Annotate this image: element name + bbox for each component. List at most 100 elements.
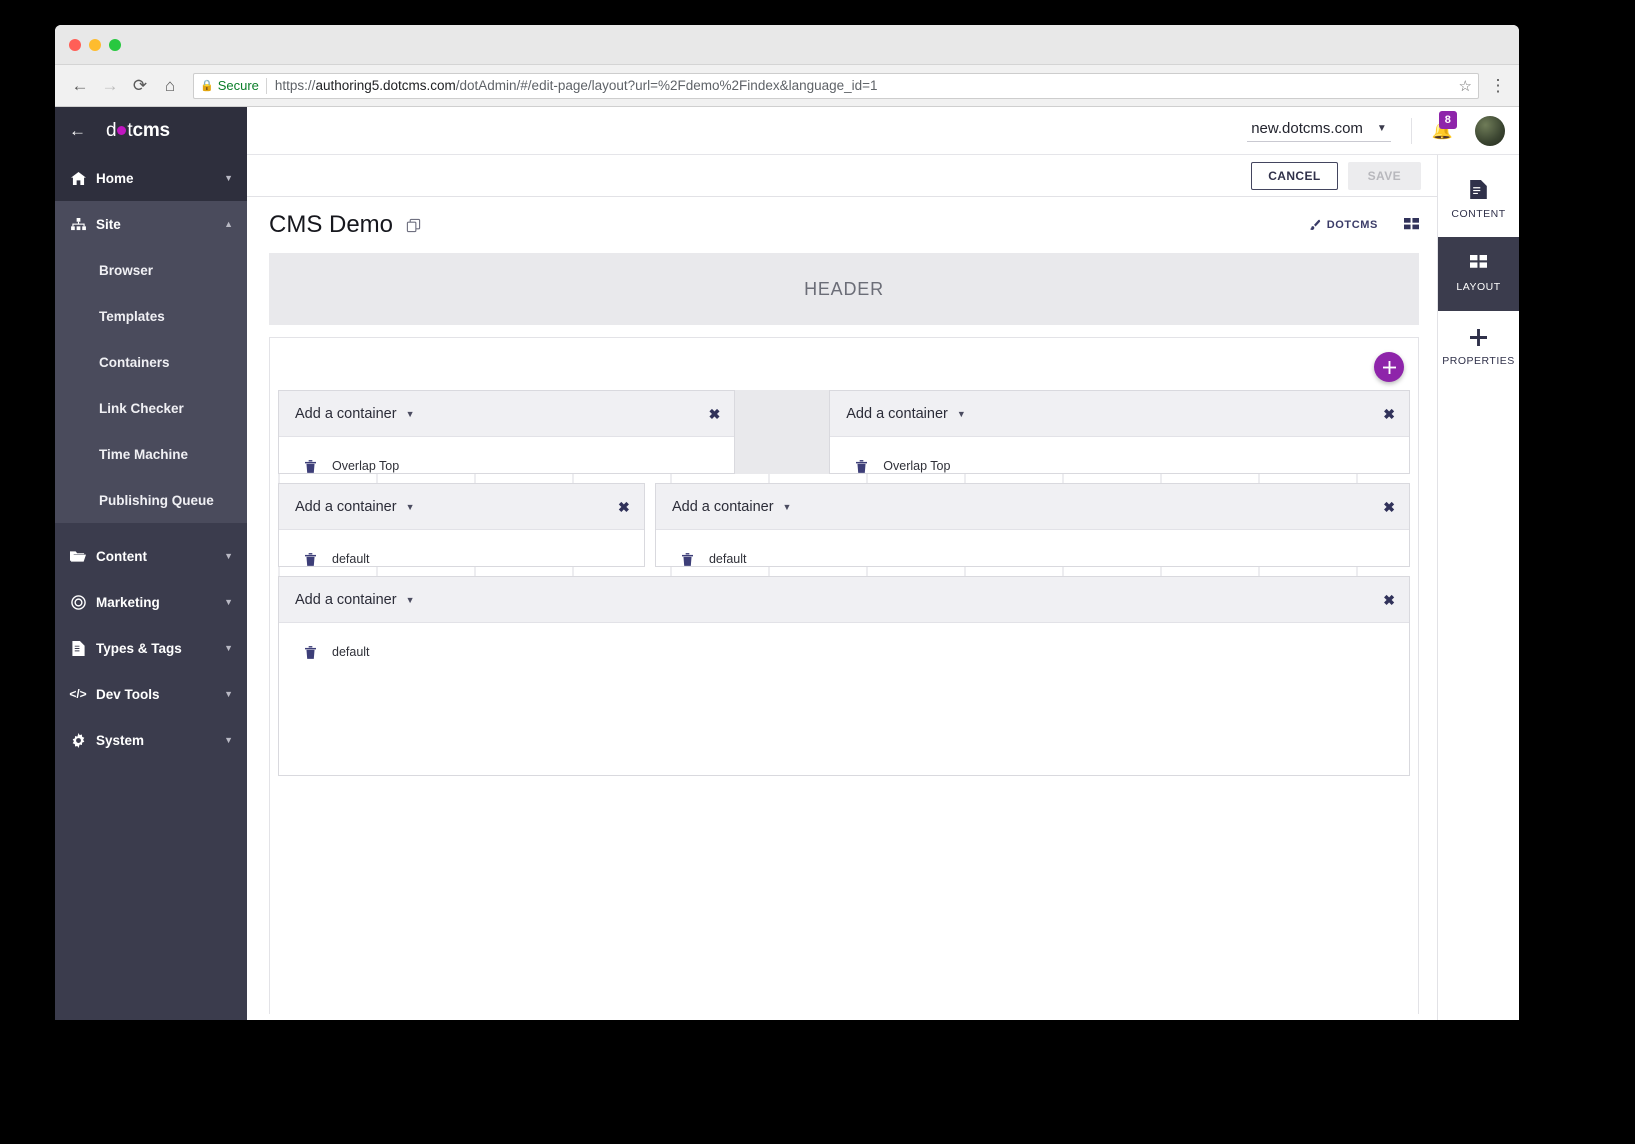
chevron-down-icon: ▼: [224, 551, 233, 561]
sidebar-item-containers[interactable]: Containers: [55, 339, 247, 385]
layout-box[interactable]: Add a container ▼ ✖: [278, 483, 645, 567]
rail-label-properties: PROPERTIES: [1442, 355, 1515, 367]
add-container-dropdown[interactable]: Add a container ▼: [672, 499, 792, 515]
sidebar-subnav-site: Browser Templates Containers Link Checke…: [55, 247, 247, 523]
sidebar-label-system: System: [96, 733, 224, 748]
rail-label-layout: LAYOUT: [1456, 281, 1500, 293]
chevron-down-icon: ▼: [224, 735, 233, 745]
rail-tab-layout[interactable]: LAYOUT: [1438, 237, 1519, 311]
sidebar-item-templates[interactable]: Templates: [55, 293, 247, 339]
logo-part-cms: cms: [132, 120, 169, 141]
home-button[interactable]: ⌂: [155, 71, 185, 101]
layout-row[interactable]: Add a container ▼ ✖: [270, 576, 1418, 776]
add-container-dropdown[interactable]: Add a container ▼: [295, 406, 415, 422]
cancel-button[interactable]: CANCEL: [1251, 162, 1337, 190]
trash-icon[interactable]: [305, 646, 316, 659]
remove-box-button[interactable]: ✖: [1383, 500, 1395, 514]
sidebar-item-types-and-tags[interactable]: Types & Tags ▼: [55, 625, 247, 671]
trash-icon[interactable]: [305, 460, 316, 473]
sidebar-item-content[interactable]: Content ▼: [55, 533, 247, 579]
app-topbar: new.dotcms.com ▼ 🔔 8: [247, 107, 1519, 155]
back-button[interactable]: ←: [65, 71, 95, 101]
sidebar-label-content: Content: [96, 549, 224, 564]
trash-icon[interactable]: [305, 553, 316, 566]
window-maximize-button[interactable]: [109, 39, 121, 51]
layout-box[interactable]: Add a container ▼ ✖: [278, 576, 1410, 776]
empty-column[interactable]: [735, 390, 829, 474]
layout-row[interactable]: Add a container ▼ ✖: [270, 483, 1418, 567]
logo-dot-icon: [117, 126, 126, 135]
page-title: CMS Demo: [269, 211, 393, 239]
bookmark-star-icon[interactable]: ☆: [1453, 77, 1472, 95]
sidebar-item-browser[interactable]: Browser: [55, 247, 247, 293]
copy-icon[interactable]: [406, 218, 421, 233]
chevron-down-icon: ▼: [224, 643, 233, 653]
user-avatar[interactable]: [1475, 116, 1505, 146]
remove-box-button[interactable]: ✖: [618, 500, 630, 514]
grid-toggle-icon[interactable]: [1404, 218, 1419, 233]
sidebar-item-marketing[interactable]: Marketing ▼: [55, 579, 247, 625]
layout-box-header: Add a container ▼ ✖: [656, 484, 1409, 530]
sidebar-item-site[interactable]: Site ▲: [55, 201, 247, 247]
site-selector[interactable]: new.dotcms.com ▼: [1247, 120, 1391, 142]
forward-button[interactable]: →: [95, 71, 125, 101]
main-sidebar: ← dtcms Home ▼ Site: [55, 107, 247, 1020]
rail-tab-properties[interactable]: PROPERTIES: [1438, 311, 1519, 385]
right-rail: CONTENT LAYOUT PROPERTIES: [1437, 107, 1519, 1020]
notifications-button[interactable]: 🔔 8: [1432, 121, 1453, 141]
sidebar-item-dev-tools[interactable]: </> Dev Tools ▼: [55, 671, 247, 717]
content-document-icon: [1470, 180, 1487, 199]
remove-box-button[interactable]: ✖: [1383, 593, 1395, 607]
chevron-down-icon: ▼: [224, 689, 233, 699]
container-item[interactable]: default: [656, 552, 1409, 566]
container-item[interactable]: default: [279, 552, 644, 566]
dotcms-logo: dtcms: [106, 120, 170, 142]
document-icon: [69, 641, 87, 656]
container-item[interactable]: Overlap Top: [279, 459, 734, 473]
container-item-label: default: [332, 645, 370, 659]
home-icon: [69, 172, 87, 185]
layout-box[interactable]: Add a container ▼ ✖: [278, 390, 735, 474]
row-resize-gutter[interactable]: [270, 567, 1418, 576]
window-close-button[interactable]: [69, 39, 81, 51]
reload-button[interactable]: ⟳: [125, 71, 155, 101]
add-container-dropdown[interactable]: Add a container ▼: [846, 406, 966, 422]
row-resize-gutter[interactable]: [270, 474, 1418, 483]
save-button[interactable]: SAVE: [1348, 162, 1421, 190]
address-bar[interactable]: 🔒 Secure https://authoring5.dotcms.com/d…: [193, 73, 1479, 99]
chevron-down-icon: ▼: [406, 409, 415, 419]
sidebar-item-publishing-queue[interactable]: Publishing Queue: [55, 477, 247, 523]
sidebar-item-system[interactable]: System ▼: [55, 717, 247, 763]
header-band-label: HEADER: [804, 279, 884, 300]
back-arrow-icon[interactable]: ←: [69, 121, 86, 141]
sidebar-item-home[interactable]: Home ▼: [55, 155, 247, 201]
browser-menu-icon[interactable]: ⋮: [1487, 76, 1509, 96]
layout-row[interactable]: Add a container ▼ ✖: [270, 390, 1418, 474]
sidebar-item-time-machine[interactable]: Time Machine: [55, 431, 247, 477]
container-item[interactable]: Overlap Top: [830, 459, 1409, 473]
dotcms-app: new.dotcms.com ▼ 🔔 8 ← dtcms: [55, 107, 1519, 1020]
container-item[interactable]: default: [279, 645, 1409, 659]
folder-icon: [69, 550, 87, 563]
sidebar-item-link-checker[interactable]: Link Checker: [55, 385, 247, 431]
plus-icon: [1383, 361, 1396, 374]
sidebar-label-types-and-tags: Types & Tags: [96, 641, 224, 656]
add-container-dropdown[interactable]: Add a container ▼: [295, 592, 415, 608]
window-minimize-button[interactable]: [89, 39, 101, 51]
layout-box[interactable]: Add a container ▼ ✖: [829, 390, 1410, 474]
add-row-button[interactable]: [1374, 352, 1404, 382]
trash-icon[interactable]: [856, 460, 867, 473]
sidebar-group-home: Home ▼: [55, 155, 247, 201]
layout-box[interactable]: Add a container ▼ ✖: [655, 483, 1410, 567]
remove-box-button[interactable]: ✖: [1383, 407, 1395, 421]
layout-box-body: default: [279, 530, 644, 566]
theme-button[interactable]: DOTCMS: [1308, 219, 1378, 232]
trash-icon[interactable]: [682, 553, 693, 566]
topbar-divider: [1411, 118, 1412, 144]
rail-tab-content[interactable]: CONTENT: [1438, 163, 1519, 237]
add-container-label: Add a container: [295, 406, 397, 422]
paintbrush-icon: [1308, 219, 1321, 232]
add-container-dropdown[interactable]: Add a container ▼: [295, 499, 415, 515]
remove-box-button[interactable]: ✖: [709, 407, 721, 421]
container-item-label: default: [709, 552, 747, 566]
